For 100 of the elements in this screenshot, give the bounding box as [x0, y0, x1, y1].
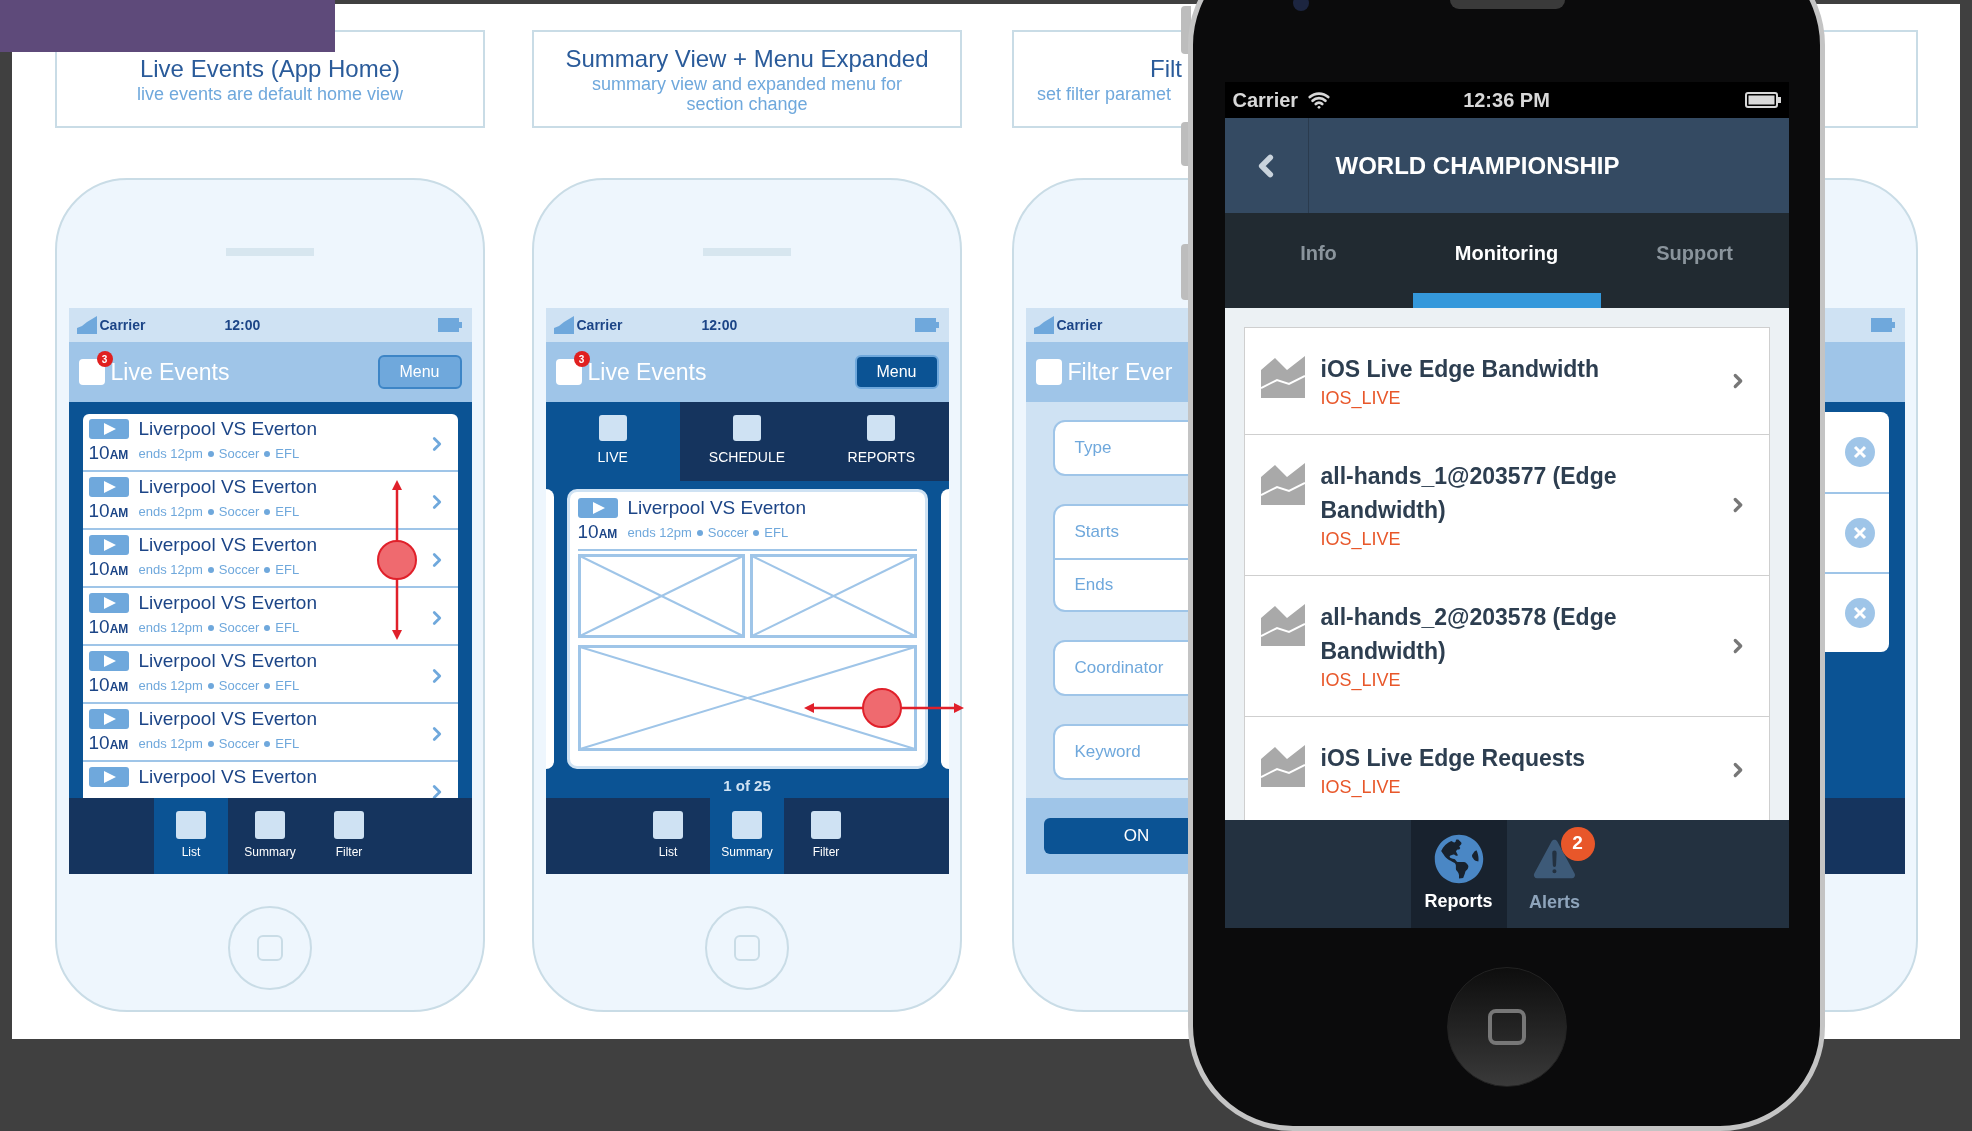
remove-icon[interactable]: [1844, 598, 1875, 628]
tab-item[interactable]: List: [154, 798, 228, 874]
battery-icon: [437, 318, 462, 332]
video-icon: [88, 593, 129, 613]
area-chart-icon: [1260, 354, 1305, 398]
event-row[interactable]: Liverpool VS Everton 10AM ends 12pm Soccer EFL: [82, 704, 458, 762]
event-time: 10AM: [88, 674, 130, 697]
event-row[interactable]: Liverpool VS Everton 10AM ends 12pm Soccer EFL: [82, 472, 458, 530]
report-tag: IOS_LIVE: [1320, 668, 1671, 692]
report-row[interactable]: all-hands_1@203577 (Edge Bandwidth) IOS_LIVE: [1244, 434, 1769, 575]
event-title: Liverpool VS Everton: [138, 765, 317, 789]
report-tag: IOS_LIVE: [1320, 775, 1671, 799]
notification-badge: 2: [1560, 826, 1595, 861]
field-label: Keyword: [1074, 741, 1141, 764]
tab-item[interactable]: Summary: [233, 798, 307, 874]
callout-subtitle: live events are default home view: [136, 84, 404, 104]
event-details: ends 12pm Soccer EFL: [138, 445, 301, 463]
callout-subtitle: set filter paramet: [1036, 84, 1172, 104]
tab-item[interactable]: Summary: [710, 798, 784, 874]
report-title: all-hands_2@203578 (Edge Bandwidth): [1320, 603, 1618, 666]
report-tag: IOS_LIVE: [1320, 527, 1671, 551]
report-row[interactable]: iOS Live Edge Bandwidth IOS_LIVE: [1244, 328, 1769, 434]
tab-bar-item[interactable]: Reports: [1410, 820, 1507, 928]
signal-icon: [553, 316, 574, 334]
notification-badge: 3: [573, 351, 590, 367]
event-title: Liverpool VS Everton: [138, 591, 317, 615]
carrier-label: Carrier: [1232, 88, 1299, 113]
status-time: 12:00: [701, 315, 738, 335]
field-label: Type: [1074, 437, 1112, 460]
report-title: all-hands_1@203577 (Edge Bandwidth): [1320, 462, 1618, 525]
event-time: 10AM: [88, 732, 130, 755]
carrier-label: Carrier: [99, 315, 146, 335]
event-title: Liverpool VS Everton: [138, 533, 317, 557]
callout-title: Live Events (App Home): [139, 54, 401, 84]
tab-item[interactable]: Filter: [312, 798, 386, 874]
segment-tab[interactable]: Info: [1224, 213, 1413, 308]
video-icon: [88, 709, 129, 729]
event-time: 10AM: [88, 442, 130, 465]
remove-icon[interactable]: [1844, 437, 1875, 467]
signal-icon: [76, 316, 97, 334]
event-time: 10AM: [88, 616, 130, 639]
carrier-label: Carrier: [576, 315, 623, 335]
event-row[interactable]: Liverpool VS Everton 10AM ends 12pm Soccer EFL: [82, 414, 458, 472]
event-details: ends 12pm Soccer EFL: [138, 561, 301, 579]
header-title: Live Events: [110, 357, 230, 387]
video-icon: [88, 477, 129, 497]
report-tag: IOS_LIVE: [1320, 386, 1671, 410]
event-row[interactable]: Liverpool VS Everton 10AM ends 12pm Soccer EFL: [82, 646, 458, 704]
event-details: ends 12pm Soccer EFL: [627, 524, 790, 542]
event-time: 10AM: [88, 558, 130, 581]
event-details: ends 12pm Soccer EFL: [138, 735, 301, 753]
area-chart-icon: [1260, 602, 1305, 646]
wifi-icon: [1308, 89, 1331, 111]
area-chart-icon: [1260, 461, 1305, 505]
event-card[interactable]: Liverpool VS Everton 10AM ends 12pm Soccer EFL: [566, 489, 928, 769]
section-menu-item[interactable]: SCHEDULE: [679, 402, 815, 481]
video-icon: [88, 535, 129, 555]
battery-icon: [1744, 92, 1781, 108]
battery-icon: [914, 318, 939, 332]
video-icon: [88, 419, 129, 439]
section-menu-item[interactable]: REPORTS: [814, 402, 949, 481]
video-icon: [88, 651, 129, 671]
callout-title: Summary View + Menu Expanded: [565, 44, 929, 74]
event-title: Liverpool VS Everton: [138, 707, 317, 731]
page-title: WORLD CHAMPIONSHIP: [1334, 150, 1620, 181]
header-title: Live Events: [587, 357, 707, 387]
tab-item[interactable]: Filter: [789, 798, 863, 874]
field-label: Ends: [1074, 574, 1114, 597]
report-title: iOS Live Edge Bandwidth: [1320, 355, 1601, 384]
battery-icon: [1870, 318, 1895, 332]
video-icon: [88, 767, 129, 787]
tab-item[interactable]: List: [631, 798, 705, 874]
remove-icon[interactable]: [1844, 518, 1875, 548]
event-row[interactable]: Liverpool VS Everton 10AM ends 12pm Soccer EFL: [82, 588, 458, 646]
globe-icon: [1433, 833, 1484, 884]
app-icon: [1035, 359, 1062, 385]
notification-badge: 3: [96, 351, 113, 367]
event-title: Liverpool VS Everton: [627, 496, 807, 520]
event-time: 10AM: [577, 521, 619, 544]
toggle-button[interactable]: ON: [1043, 818, 1188, 854]
header-title: Filter Ever: [1067, 357, 1173, 387]
area-chart-icon: [1260, 743, 1305, 787]
event-time: 10AM: [88, 500, 130, 523]
report-row[interactable]: all-hands_2@203578 (Edge Bandwidth) IOS_LIVE: [1244, 575, 1769, 716]
page-indicator: 1 of 25: [722, 776, 772, 796]
segment-tab[interactable]: Support: [1600, 213, 1789, 308]
video-icon: [577, 498, 618, 518]
field-label: Coordinator: [1074, 657, 1164, 680]
event-details: ends 12pm Soccer EFL: [138, 503, 301, 521]
field-label: Starts: [1074, 521, 1119, 544]
tab-bar-item[interactable]: 2 Alerts: [1506, 820, 1603, 928]
section-menu-item[interactable]: LIVE: [545, 402, 680, 481]
event-title: Liverpool VS Everton: [138, 649, 317, 673]
callout-title: Filt: [1149, 54, 1182, 84]
status-time: 12:00: [224, 315, 261, 335]
event-title: Liverpool VS Everton: [138, 417, 317, 441]
event-title: Liverpool VS Everton: [138, 475, 317, 499]
report-title: iOS Live Edge Requests: [1320, 744, 1587, 773]
signal-icon: [1033, 316, 1054, 334]
menu-button[interactable]: Menu: [854, 355, 939, 389]
